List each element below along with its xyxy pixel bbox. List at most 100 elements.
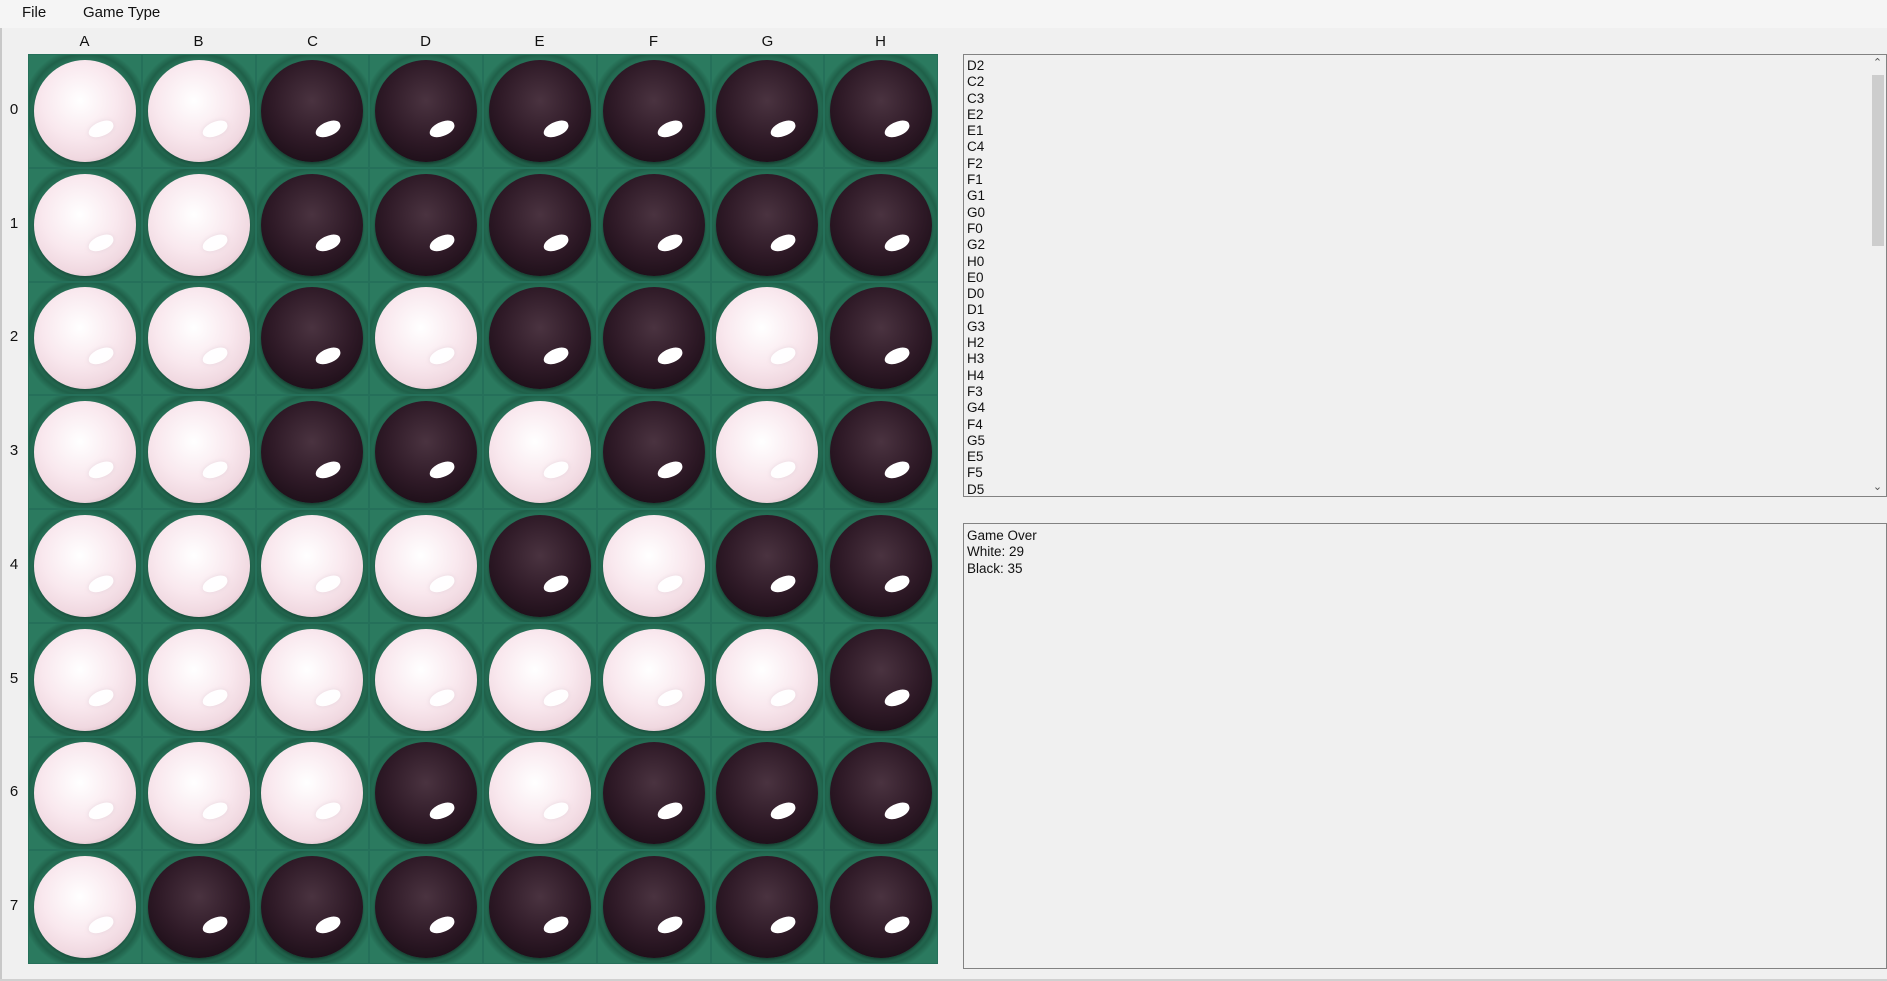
disc-highlight	[313, 231, 343, 254]
board-cell-H0[interactable]	[824, 54, 938, 168]
board-cell-A7[interactable]	[28, 850, 142, 964]
board-cell-H3[interactable]	[824, 395, 938, 509]
move-list-item[interactable]: F4	[967, 417, 985, 433]
move-list-item[interactable]: G0	[967, 205, 985, 221]
board-cell-G6[interactable]	[710, 736, 825, 851]
board-cell-C6[interactable]	[255, 736, 370, 851]
board-cell-D0[interactable]	[369, 54, 483, 168]
board-cell-B7[interactable]	[141, 850, 256, 964]
move-history-list[interactable]: D2 C2 C3 E2 E1 C4 F2 F1 G1 G0 F0 G2 H0 E0 D0 D1 G3 H2 H3 H4…	[963, 54, 1887, 497]
board-cell-D5[interactable]	[369, 622, 483, 737]
move-list-item[interactable]: F1	[967, 172, 985, 188]
board-cell-C3[interactable]	[255, 395, 370, 509]
move-list-item[interactable]: E2	[967, 107, 985, 123]
scroll-up-arrow-icon[interactable]: ⌃	[1869, 55, 1886, 72]
board-cell-D6[interactable]	[369, 736, 483, 851]
move-list-item[interactable]: G4	[967, 400, 985, 416]
move-list-item[interactable]: F5	[967, 465, 985, 481]
board-cell-G5[interactable]	[710, 622, 825, 737]
board-cell-D2[interactable]	[369, 281, 483, 396]
board-cell-F1[interactable]	[596, 167, 711, 282]
board-cell-F0[interactable]	[596, 54, 711, 168]
board-cell-F2[interactable]	[596, 281, 711, 396]
board-cell-A6[interactable]	[28, 736, 142, 851]
move-list-item[interactable]: H0	[967, 254, 985, 270]
move-list-item[interactable]: H3	[967, 351, 985, 367]
board-cell-F5[interactable]	[596, 622, 711, 737]
board-cell-H4[interactable]	[824, 509, 938, 623]
board-cell-E4[interactable]	[483, 509, 597, 623]
board-cell-G1[interactable]	[710, 167, 825, 282]
board-cell-A3[interactable]	[28, 395, 142, 509]
board-cell-B1[interactable]	[141, 167, 256, 282]
board-cell-F4[interactable]	[596, 509, 711, 623]
move-list-item[interactable]: G1	[967, 188, 985, 204]
board-cell-C1[interactable]	[255, 167, 370, 282]
move-list-item[interactable]: D2	[967, 58, 985, 74]
board-cell-E3[interactable]	[483, 395, 597, 509]
board-cell-E6[interactable]	[483, 736, 597, 851]
scrollbar-thumb[interactable]	[1872, 75, 1884, 246]
move-list-item[interactable]: E5	[967, 449, 985, 465]
column-label: C	[307, 33, 318, 50]
move-list-item[interactable]: C2	[967, 74, 985, 90]
board-cell-E0[interactable]	[483, 54, 597, 168]
scroll-down-arrow-icon[interactable]: ⌄	[1869, 479, 1886, 496]
board-cell-B4[interactable]	[141, 509, 256, 623]
board-cell-C0[interactable]	[255, 54, 370, 168]
board-cell-H1[interactable]	[824, 167, 938, 282]
move-list-item[interactable]: G3	[967, 319, 985, 335]
board-cell-G0[interactable]	[710, 54, 825, 168]
board-cell-C2[interactable]	[255, 281, 370, 396]
board-cell-B5[interactable]	[141, 622, 256, 737]
board-cell-D7[interactable]	[369, 850, 483, 964]
move-list-scrollbar[interactable]: ⌃ ⌄	[1869, 55, 1886, 496]
move-list-item[interactable]: G5	[967, 433, 985, 449]
board-cell-B3[interactable]	[141, 395, 256, 509]
move-list-item[interactable]: C3	[967, 91, 985, 107]
move-list-item[interactable]: G2	[967, 237, 985, 253]
move-list-item[interactable]: H4	[967, 368, 985, 384]
board-cell-C5[interactable]	[255, 622, 370, 737]
board-cell-H5[interactable]	[824, 622, 938, 737]
board-cell-G4[interactable]	[710, 509, 825, 623]
board-cell-F3[interactable]	[596, 395, 711, 509]
board-cell-G3[interactable]	[710, 395, 825, 509]
move-list-item[interactable]: E1	[967, 123, 985, 139]
board-cell-A4[interactable]	[28, 509, 142, 623]
move-list-item[interactable]: C4	[967, 139, 985, 155]
board-cell-E5[interactable]	[483, 622, 597, 737]
board-cell-B2[interactable]	[141, 281, 256, 396]
board-cell-A5[interactable]	[28, 622, 142, 737]
board-cell-H6[interactable]	[824, 736, 938, 851]
move-list-item[interactable]: D0	[967, 286, 985, 302]
board-cell-D4[interactable]	[369, 509, 483, 623]
board-cell-G2[interactable]	[710, 281, 825, 396]
board-cell-A1[interactable]	[28, 167, 142, 282]
move-list-item[interactable]: D1	[967, 302, 985, 318]
board-cell-B6[interactable]	[141, 736, 256, 851]
board-cell-C7[interactable]	[255, 850, 370, 964]
board-cell-A0[interactable]	[28, 54, 142, 168]
move-list-item[interactable]: D5	[967, 482, 985, 496]
board-cell-B0[interactable]	[141, 54, 256, 168]
board-cell-D1[interactable]	[369, 167, 483, 282]
move-list-item[interactable]: H2	[967, 335, 985, 351]
board-cell-D3[interactable]	[369, 395, 483, 509]
board-cell-F7[interactable]	[596, 850, 711, 964]
move-list-item[interactable]: F0	[967, 221, 985, 237]
move-list-item[interactable]: F3	[967, 384, 985, 400]
board-cell-E7[interactable]	[483, 850, 597, 964]
board-cell-H7[interactable]	[824, 850, 938, 964]
board-cell-E1[interactable]	[483, 167, 597, 282]
board-cell-F6[interactable]	[596, 736, 711, 851]
move-list-item[interactable]: E0	[967, 270, 985, 286]
menu-game-type[interactable]: Game Type	[79, 4, 164, 21]
menu-file[interactable]: File	[18, 4, 50, 21]
board-cell-E2[interactable]	[483, 281, 597, 396]
board-cell-H2[interactable]	[824, 281, 938, 396]
board-cell-C4[interactable]	[255, 509, 370, 623]
move-list-item[interactable]: F2	[967, 156, 985, 172]
board-cell-G7[interactable]	[710, 850, 825, 964]
board-cell-A2[interactable]	[28, 281, 142, 396]
